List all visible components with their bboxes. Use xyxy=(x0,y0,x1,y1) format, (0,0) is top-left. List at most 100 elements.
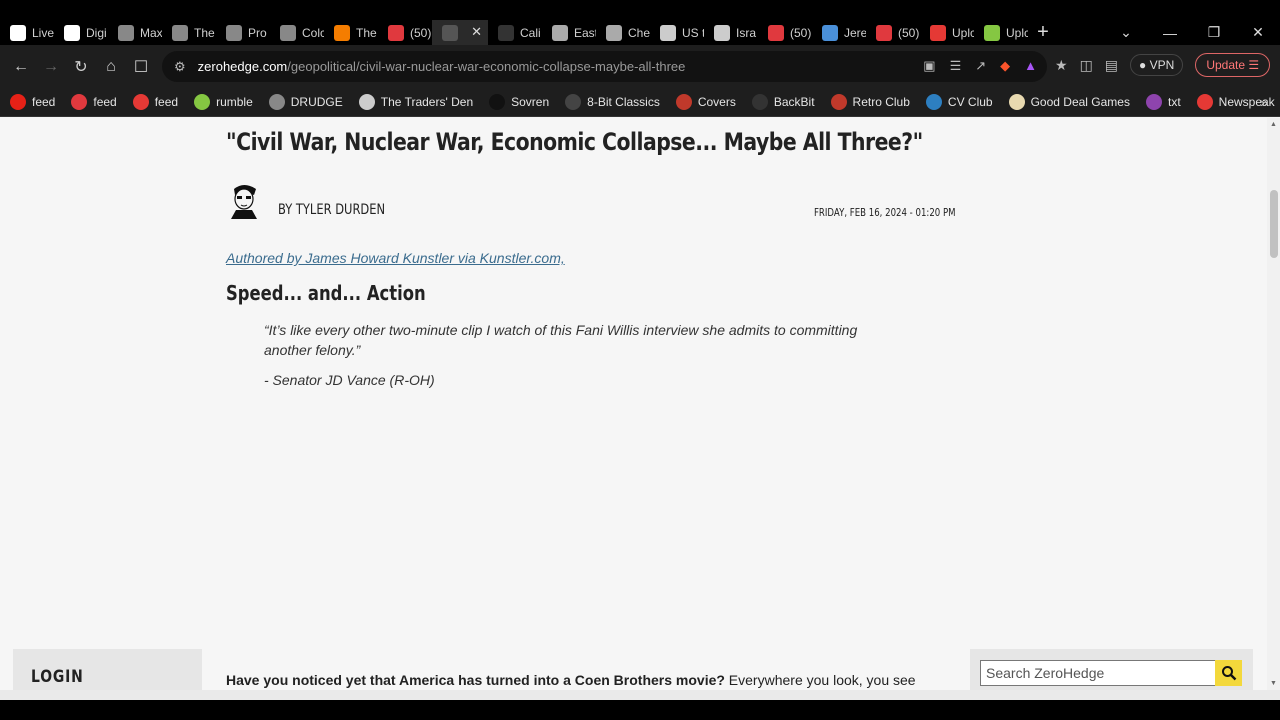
cv-icon xyxy=(925,94,942,110)
bookmark-label: rumble xyxy=(216,95,253,109)
brave-rewards-icon[interactable]: ▲ xyxy=(1024,58,1037,74)
compass-icon xyxy=(552,24,568,41)
cast-icon[interactable]: ▣ xyxy=(923,58,935,74)
bookmark-item[interactable]: feed xyxy=(10,94,55,110)
drudge-icon xyxy=(268,94,285,110)
bookmark-item[interactable]: Good Deal Games xyxy=(1008,94,1130,110)
bookmark-item[interactable]: feed xyxy=(71,94,117,110)
bookmark-item[interactable]: txt xyxy=(1145,94,1181,110)
site-settings-icon[interactable]: ⚙ xyxy=(174,59,186,75)
sidebar-icon[interactable]: ◫ xyxy=(1080,57,1093,74)
authored-by-link[interactable]: Authored by James Howard Kunstler via Ku… xyxy=(226,250,565,266)
search-input[interactable] xyxy=(980,660,1216,686)
browser-tab[interactable]: (50) xyxy=(866,20,920,45)
forward-button[interactable]: → xyxy=(36,58,66,76)
blogger-icon xyxy=(334,24,350,41)
scroll-up-arrow-icon[interactable]: ▲ xyxy=(1270,121,1277,128)
tab-label: (50) xyxy=(790,25,812,40)
bookmark-label: CV Club xyxy=(947,95,993,109)
browser-tab[interactable]: Digi xyxy=(54,20,108,45)
bookmark-item[interactable]: CV Club xyxy=(925,94,993,110)
url-text[interactable]: zerohedge.com/geopolitical/civil-war-nuc… xyxy=(198,59,686,74)
browser-tab[interactable]: The xyxy=(162,20,216,45)
browser-tab[interactable]: Pro xyxy=(216,20,270,45)
back-button[interactable]: ← xyxy=(6,58,36,76)
covers-icon xyxy=(675,94,692,110)
update-button[interactable]: Update ☰ xyxy=(1195,53,1271,77)
tab-label: US t xyxy=(682,25,704,40)
bookmark-item[interactable]: DRUDGE xyxy=(268,94,343,110)
bookmark-label: BackBit xyxy=(773,95,815,109)
browser-tab[interactable]: Che xyxy=(596,20,650,45)
browser-tab[interactable]: Max xyxy=(108,20,162,45)
browser-tab[interactable]: Uplc xyxy=(974,20,1028,45)
bookmark-item[interactable]: rumble xyxy=(194,94,253,110)
close-tab-icon[interactable]: ✕ xyxy=(471,24,482,40)
extensions-icon[interactable]: ★ xyxy=(1055,57,1068,74)
browser-tab[interactable]: Isra xyxy=(704,20,758,45)
backbit-icon xyxy=(751,94,768,110)
horizontal-scrollbar[interactable] xyxy=(0,690,1280,700)
reader-mode-icon[interactable]: ☰ xyxy=(950,58,962,74)
bookmark-label: Covers xyxy=(697,95,736,109)
tab-label: Uplc xyxy=(952,25,974,40)
tab-label: Cali xyxy=(520,25,541,40)
bookmark-label: feed xyxy=(154,95,179,109)
wallet-icon[interactable]: ▤ xyxy=(1105,57,1118,74)
newspeak-icon xyxy=(1196,94,1213,110)
bookmark-item[interactable]: The Traders' Den xyxy=(358,94,473,110)
play-green-icon xyxy=(984,24,1000,41)
minimize-button[interactable]: — xyxy=(1148,25,1192,41)
refresh-red-icon xyxy=(132,94,149,110)
bookmark-item[interactable]: Covers xyxy=(675,94,736,110)
browser-tab[interactable]: Colc xyxy=(270,20,324,45)
browser-tab[interactable]: Uplc xyxy=(920,20,974,45)
vertical-scrollbar[interactable]: ▲ ▼ xyxy=(1267,118,1280,690)
author-byline[interactable]: BY TYLER DURDEN xyxy=(278,202,385,218)
browser-tab[interactable]: East xyxy=(542,20,596,45)
browser-tab[interactable]: US t xyxy=(650,20,704,45)
login-label[interactable]: LOGIN xyxy=(31,667,84,687)
sovren-icon xyxy=(489,94,506,110)
share-icon[interactable]: ↗ xyxy=(975,58,986,74)
tab-label: Digi xyxy=(86,25,107,40)
browser-tab[interactable]: Live xyxy=(0,20,54,45)
new-tab-button[interactable]: + xyxy=(1028,20,1058,45)
tab-label: Live xyxy=(32,25,54,40)
tab-label: Max xyxy=(140,25,162,40)
disc-icon xyxy=(358,94,375,110)
bookmark-item[interactable]: BackBit xyxy=(751,94,815,110)
browser-tab[interactable]: ✕ xyxy=(432,20,488,45)
reload-button[interactable]: ↻ xyxy=(66,57,96,77)
browser-tab[interactable]: (50) xyxy=(758,20,812,45)
shield-icon xyxy=(830,94,847,110)
scroll-down-arrow-icon[interactable]: ▼ xyxy=(1270,680,1277,687)
brave-shields-icon[interactable]: ◆ xyxy=(1000,58,1010,74)
bookmark-item[interactable]: 8-Bit Classics xyxy=(565,94,660,110)
bookmark-label: txt xyxy=(1167,95,1181,109)
address-bar[interactable]: ⚙ zerohedge.com/geopolitical/civil-war-n… xyxy=(162,51,1047,82)
bookmark-icon[interactable]: ☐ xyxy=(126,57,156,77)
login-panel[interactable]: LOGIN xyxy=(13,649,202,690)
close-window-button[interactable]: ✕ xyxy=(1236,24,1280,41)
bookmark-item[interactable]: Sovren xyxy=(489,94,549,110)
compass-icon xyxy=(606,24,622,41)
tab-search-icon[interactable]: ⌄ xyxy=(1104,24,1148,41)
tab-label: The xyxy=(356,25,377,40)
search-button[interactable] xyxy=(1215,660,1242,686)
bookmarks-overflow-icon[interactable]: » xyxy=(1260,94,1268,110)
home-button[interactable]: ⌂ xyxy=(96,58,126,76)
browser-tab[interactable]: (50) xyxy=(378,20,432,45)
globe-icon xyxy=(172,24,188,41)
globe-icon xyxy=(118,24,134,41)
rumble-icon xyxy=(194,94,211,110)
browser-tab[interactable]: Jere xyxy=(812,20,866,45)
bookmark-item[interactable]: feed xyxy=(132,94,179,110)
browser-tab[interactable]: The xyxy=(324,20,378,45)
browser-tab[interactable]: Cali xyxy=(488,20,542,45)
bookmark-item[interactable]: Retro Club xyxy=(830,94,910,110)
scroll-thumb[interactable] xyxy=(1270,190,1278,258)
vpn-button[interactable]: ● VPN xyxy=(1130,54,1184,76)
restore-button[interactable]: ❐ xyxy=(1192,24,1236,41)
bookmark-label: feed xyxy=(93,95,117,109)
